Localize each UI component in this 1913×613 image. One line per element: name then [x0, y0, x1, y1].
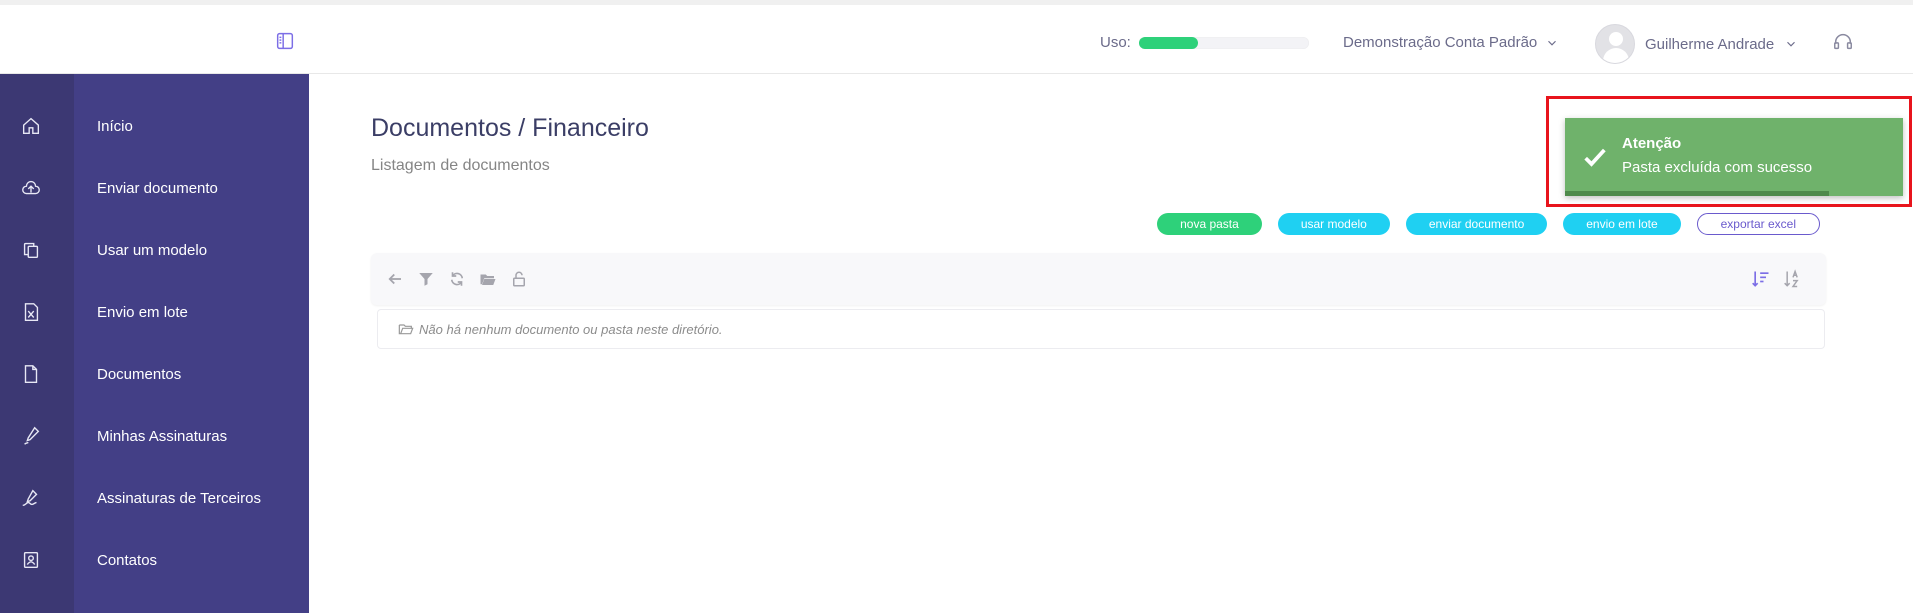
home-icon — [20, 115, 42, 137]
toast-notification[interactable]: Atenção Pasta excluída com sucesso — [1565, 118, 1903, 196]
sidebar-item-label: Enviar documento — [97, 179, 218, 197]
user-name: Guilherme Andrade — [1645, 35, 1775, 53]
sidebar-item-label: Documentos — [97, 365, 182, 383]
document-icon — [20, 363, 42, 385]
copy-template-icon — [20, 239, 42, 261]
sidebar-item-label: Usar um modelo — [97, 241, 208, 259]
sort-alpha-icon[interactable] — [1783, 269, 1803, 289]
toast-title: Atenção — [1622, 135, 1682, 152]
usage-indicator: Uso: — [1100, 34, 1309, 51]
sidebar-item-label: Contatos — [97, 551, 158, 569]
sidebar-item-label: Início — [97, 117, 133, 135]
checkmark-icon — [1581, 143, 1609, 171]
usage-bar-fill — [1138, 36, 1199, 49]
top-bar: Uso: Demonstração Conta Padrão Guilherme… — [0, 0, 1913, 74]
new-folder-button[interactable]: nova pasta — [1157, 213, 1262, 235]
signature-icon — [20, 487, 42, 509]
export-excel-button[interactable]: exportar excel — [1696, 213, 1820, 235]
folder-outline-icon — [398, 321, 414, 337]
page-title: Documentos / Financeiro — [371, 114, 649, 142]
sort-numeric-icon[interactable] — [1751, 269, 1771, 289]
usage-label: Uso: — [1100, 34, 1131, 51]
account-selector[interactable]: Demonstração Conta Padrão — [1343, 34, 1559, 51]
send-document-button[interactable]: enviar documento — [1405, 213, 1548, 235]
toast-progress-bar — [1565, 191, 1829, 196]
arrow-back-icon[interactable] — [386, 270, 404, 288]
excel-file-icon — [20, 301, 42, 323]
filter-icon[interactable] — [417, 270, 435, 288]
contacts-icon — [20, 549, 42, 571]
avatar — [1595, 24, 1635, 64]
page-subtitle: Listagem de documentos — [371, 157, 550, 174]
cloud-upload-icon — [20, 177, 42, 199]
chevron-down-icon — [1548, 40, 1557, 46]
documents-toolbar — [371, 253, 1826, 305]
use-template-button[interactable]: usar modelo — [1277, 213, 1390, 235]
sidebar-item-label: Envio em lote — [97, 303, 188, 321]
empty-state-message: Não há nenhum documento ou pasta neste d… — [419, 322, 723, 337]
action-buttons: nova pasta usar modelo enviar documento … — [1157, 213, 1820, 235]
headset-icon[interactable] — [1832, 31, 1854, 53]
chevron-down-icon — [1787, 41, 1796, 47]
folder-open-icon[interactable] — [479, 270, 497, 288]
pen-icon — [20, 425, 42, 447]
empty-state: Não há nenhum documento ou pasta neste d… — [377, 309, 1825, 349]
account-name: Demonstração Conta Padrão — [1343, 34, 1538, 51]
toast-message: Pasta excluída com sucesso — [1622, 159, 1813, 176]
usage-bar — [1138, 36, 1309, 49]
unlock-icon[interactable] — [510, 270, 528, 288]
sidebar-toggle-icon[interactable] — [274, 30, 296, 52]
sidebar — [74, 74, 309, 613]
sidebar-item-label: Minhas Assinaturas — [97, 427, 228, 445]
sidebar-icon-rail — [0, 74, 74, 613]
sidebar-item-label: Assinaturas de Terceiros — [97, 489, 261, 507]
refresh-icon[interactable] — [448, 270, 466, 288]
user-menu[interactable]: Guilherme Andrade — [1595, 24, 1798, 64]
batch-send-button[interactable]: envio em lote — [1563, 213, 1681, 235]
